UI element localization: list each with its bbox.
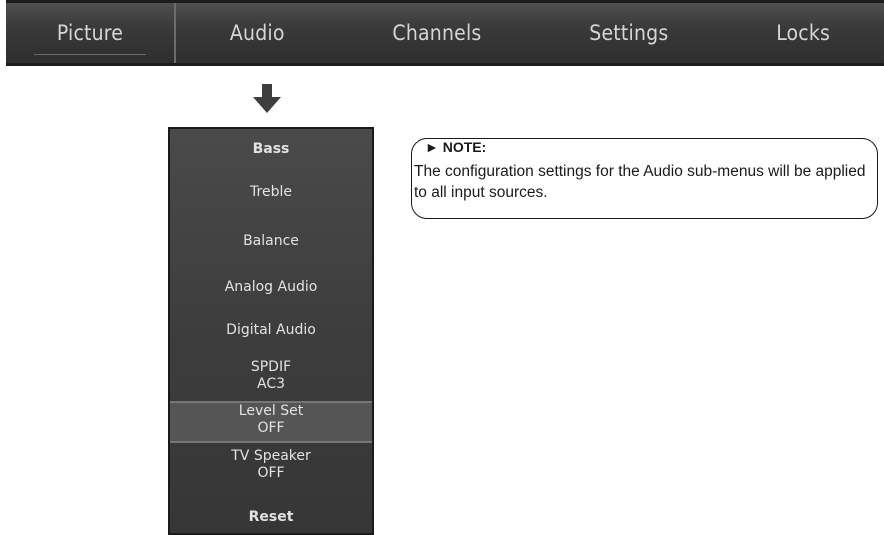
tab-label: Settings	[589, 21, 669, 45]
audio-submenu: Bass Treble Balance Analog Audio Digital…	[168, 127, 374, 535]
menu-item-label: Reset	[248, 509, 294, 525]
tab-label: Picture	[56, 21, 124, 45]
menu-item-label: Bass	[252, 141, 290, 157]
menu-item-label: Analog Audio	[224, 279, 318, 295]
menu-item-label: Digital Audio	[226, 322, 316, 338]
menu-item-value: AC3	[256, 376, 285, 392]
menu-item-tv-speaker[interactable]: TV Speaker OFF	[170, 448, 372, 482]
down-arrow-icon	[253, 84, 281, 113]
menu-item-digital-audio[interactable]: Digital Audio	[170, 322, 372, 339]
menu-item-label: Balance	[243, 233, 299, 249]
tab-channels[interactable]: Channels	[339, 3, 536, 63]
tab-picture[interactable]: Picture	[6, 3, 176, 63]
note-text: The configuration settings for the Audio…	[414, 163, 866, 201]
tab-label: Locks	[776, 21, 831, 45]
tab-settings[interactable]: Settings	[535, 3, 722, 63]
tab-locks[interactable]: Locks	[722, 3, 884, 63]
menu-item-balance[interactable]: Balance	[170, 233, 372, 250]
note-marker-icon: ►	[425, 139, 439, 155]
tab-label: Channels	[392, 21, 482, 45]
main-menu-bar: Picture Audio Channels Settings Locks	[6, 0, 884, 66]
menu-item-value: OFF	[257, 420, 285, 436]
menu-item-label: Level Set	[238, 403, 304, 419]
note-box: ► NOTE: The configuration settings for t…	[411, 138, 878, 219]
menu-item-analog-audio[interactable]: Analog Audio	[170, 279, 372, 296]
menu-item-bass[interactable]: Bass	[170, 141, 372, 158]
tab-label: Audio	[229, 21, 285, 45]
menu-item-value: OFF	[257, 465, 285, 481]
note-title-text: NOTE:	[442, 139, 487, 155]
menu-item-label: Treble	[250, 184, 292, 200]
menu-item-treble[interactable]: Treble	[170, 184, 372, 201]
menu-item-level-set[interactable]: Level Set OFF	[170, 401, 372, 443]
menu-item-reset[interactable]: Reset	[170, 509, 372, 526]
menu-item-label: TV Speaker	[231, 448, 311, 464]
note-title: ► NOTE:	[425, 139, 486, 155]
menu-item-label: SPDIF	[250, 359, 292, 375]
tab-audio[interactable]: Audio	[176, 3, 339, 63]
menu-item-spdif[interactable]: SPDIF AC3	[170, 359, 372, 393]
